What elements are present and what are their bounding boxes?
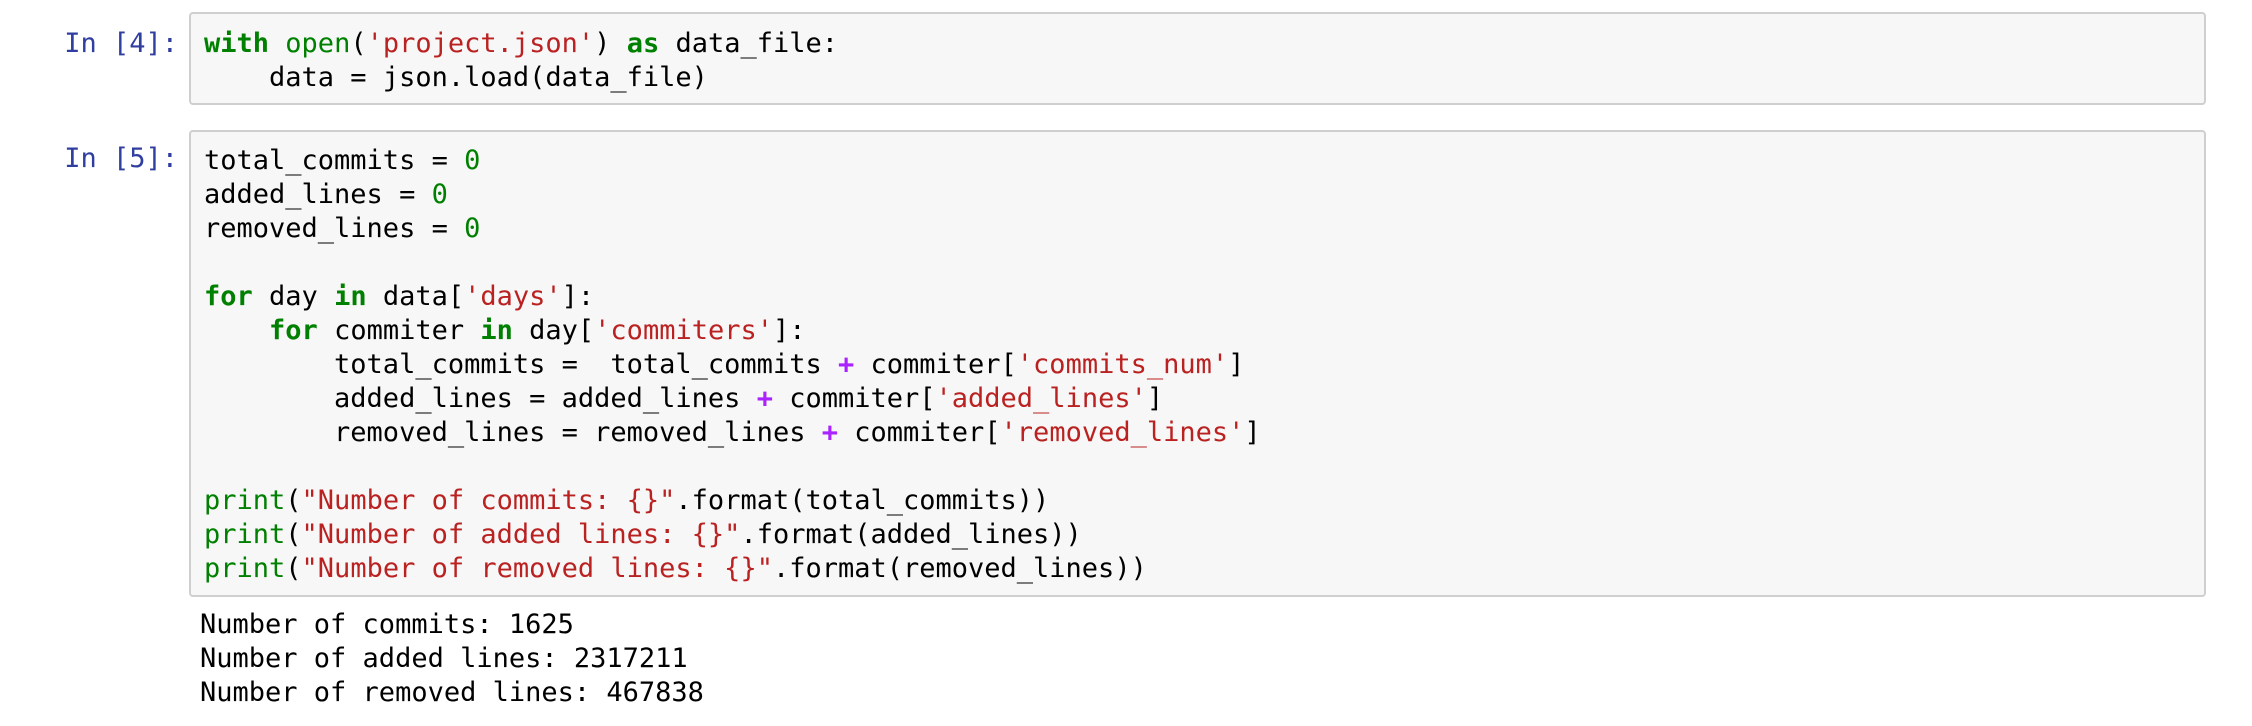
code-line: added_lines = 0: [204, 178, 1261, 212]
code-token: added_lines = added_lines: [204, 383, 757, 414]
code-token: ]: [1244, 417, 1261, 448]
code-token: .format(added_lines)): [740, 519, 1082, 550]
code-token: commiter: [317, 315, 481, 346]
code-token: added_lines =: [204, 179, 432, 210]
code-token: (: [350, 28, 367, 59]
code-line: for day in data['days']:: [204, 280, 1261, 314]
code-token: (: [285, 519, 302, 550]
code-token: removed_lines = removed_lines: [204, 417, 822, 448]
code-token: ]: [1146, 383, 1164, 414]
code-token: ): [594, 28, 627, 59]
code-token: 'days': [464, 281, 562, 312]
code-token: open: [285, 28, 351, 59]
code-token: 0: [464, 145, 481, 176]
code-line: print("Number of commits: {}".format(tot…: [204, 484, 1261, 518]
code-token: commiter[: [837, 417, 1001, 448]
code-token: .format(removed_lines)): [772, 553, 1147, 584]
code-token: "Number of commits: {}": [301, 485, 676, 516]
code-token: 'added_lines': [935, 383, 1147, 414]
code-token: day[: [512, 315, 595, 346]
code-token: commiter[: [772, 383, 936, 414]
code-token: commiter[: [854, 349, 1017, 380]
cell-prompt: In [5]:: [64, 143, 178, 174]
code-token: (: [285, 553, 302, 584]
code-line: for commiter in day['commiters']:: [204, 314, 1261, 348]
cell-prompt: In [4]:: [64, 28, 178, 59]
code-token: in: [480, 315, 513, 346]
code-token: removed_lines =: [204, 213, 465, 244]
code-line: total_commits = 0: [204, 144, 1261, 178]
code-token: 0: [431, 179, 448, 210]
code-token: +: [821, 417, 838, 448]
code-token: ]: [1228, 349, 1245, 380]
code-token: ]:: [561, 281, 595, 312]
code-line: removed_lines = 0: [204, 212, 1261, 246]
code-token: total_commits =: [204, 145, 465, 176]
code-line: removed_lines = removed_lines + commiter…: [204, 416, 1261, 450]
code-line: print("Number of removed lines: {}".form…: [204, 552, 1261, 586]
code-token: "Number of removed lines: {}": [301, 553, 773, 584]
output-line: Number of commits: 1625: [200, 609, 574, 640]
code-line: data = json.load(data_file): [204, 61, 838, 95]
code-editor[interactable]: with open('project.json') as data_file: …: [204, 27, 838, 95]
code-line: print("Number of added lines: {}".format…: [204, 518, 1261, 552]
code-token: +: [837, 349, 855, 380]
code-cell-4[interactable]: In [4]: with open('project.json') as dat…: [0, 10, 2252, 106]
code-token: for: [269, 315, 318, 346]
code-token: print: [204, 485, 286, 516]
code-token: +: [756, 383, 773, 414]
code-token: 'removed_lines': [1000, 417, 1245, 448]
output-line: Number of removed lines: 467838: [200, 677, 704, 708]
code-token: data[: [366, 281, 465, 312]
code-token: total_commits = total_commits: [204, 349, 838, 380]
code-token: "Number of added lines: {}": [301, 519, 741, 550]
code-token: with: [204, 28, 270, 59]
code-line: added_lines = added_lines + commiter['ad…: [204, 382, 1261, 416]
code-token: print: [204, 519, 286, 550]
code-token: 'commiters': [594, 315, 773, 346]
code-token: 'project.json': [366, 28, 595, 59]
code-token: ]:: [772, 315, 806, 346]
cell-output: Number of commits: 1625 Number of added l…: [200, 608, 704, 710]
code-line: with open('project.json') as data_file:: [204, 27, 838, 61]
code-cell-5[interactable]: In [5]: total_commits = 0 added_lines = 0…: [0, 130, 2252, 720]
code-token: in: [334, 281, 367, 312]
code-token: print: [204, 553, 286, 584]
code-token: data = json.load(data_file): [204, 62, 708, 93]
code-token: 'commits_num': [1016, 349, 1229, 380]
code-token: data_file:: [659, 28, 839, 59]
code-token: .format(total_commits)): [675, 485, 1050, 516]
code-input-area[interactable]: with open('project.json') as data_file: …: [189, 12, 2206, 105]
code-token: (: [285, 485, 302, 516]
code-token: day: [252, 281, 335, 312]
code-editor[interactable]: total_commits = 0 added_lines = 0 removed_…: [204, 144, 1261, 586]
code-line: total_commits = total_commits + commiter…: [204, 348, 1261, 382]
code-token: 0: [464, 213, 481, 244]
code-token: for: [204, 281, 253, 312]
code-input-area[interactable]: total_commits = 0 added_lines = 0 removed_…: [189, 130, 2206, 597]
output-line: Number of added lines: 2317211: [200, 643, 688, 674]
code-token: as: [626, 28, 660, 59]
